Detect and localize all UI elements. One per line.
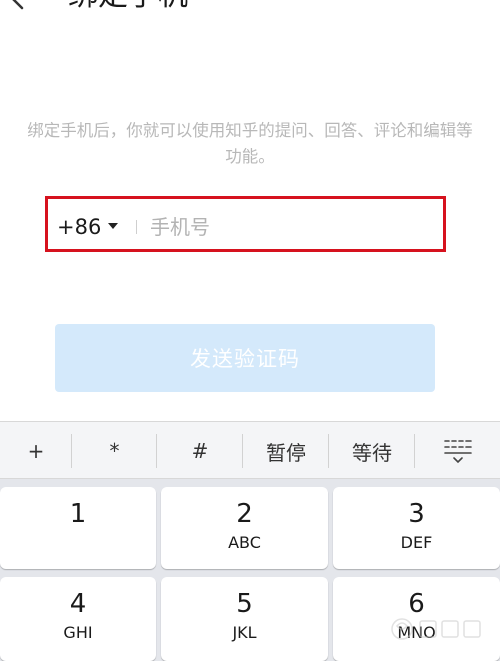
numeric-keyboard: + * # 暂停 等待 1 2 ABC 3 DEF 4 GHI 5 JKL 6 …: [0, 421, 500, 661]
key-label: *: [109, 439, 120, 463]
key-digit: 5: [236, 589, 253, 619]
key-plus[interactable]: +: [0, 422, 72, 480]
key-letters: GHI: [63, 623, 93, 642]
key-letters: ABC: [228, 533, 261, 552]
key-3[interactable]: 3 DEF: [333, 487, 500, 569]
page-title: 绑定手机: [68, 0, 188, 14]
key-6[interactable]: 6 MNO: [333, 577, 500, 661]
key-digit: 2: [236, 499, 253, 529]
key-digit: 4: [69, 589, 87, 619]
chevron-left-icon[interactable]: [4, 0, 32, 12]
key-label: #: [191, 439, 209, 463]
country-code-selector[interactable]: +86: [57, 214, 101, 240]
key-4[interactable]: 4 GHI: [0, 577, 156, 661]
key-hash[interactable]: #: [157, 422, 243, 480]
key-digit: 1: [69, 499, 87, 529]
key-2[interactable]: 2 ABC: [161, 487, 328, 569]
key-letters: DEF: [400, 533, 433, 552]
key-letters: JKL: [232, 623, 257, 642]
header: 绑定手机: [0, 0, 500, 22]
key-label: 暂停: [266, 440, 306, 465]
key-5[interactable]: 5 JKL: [161, 577, 328, 661]
key-digit: 6: [408, 589, 425, 619]
keyboard-symbol-bar: + * # 暂停 等待: [0, 421, 500, 479]
description-text: 绑定手机后，你就可以使用知乎的提问、回答、评论和编辑等功能。: [27, 121, 473, 166]
send-code-button[interactable]: 发送验证码: [55, 324, 435, 392]
keyboard-collapse-button[interactable]: [415, 422, 500, 480]
key-1[interactable]: 1: [0, 487, 156, 569]
key-star[interactable]: *: [72, 422, 157, 480]
key-letters: MNO: [397, 623, 436, 642]
phone-input-group: +86: [45, 196, 446, 252]
key-pause[interactable]: 暂停: [243, 422, 329, 480]
caret-down-icon[interactable]: [108, 223, 118, 229]
key-label: 等待: [352, 440, 392, 465]
keyboard-collapse-icon: [443, 440, 472, 464]
key-label: +: [27, 439, 45, 463]
bind-phone-screen: 绑定手机 绑定手机后，你就可以使用知乎的提问、回答、评论和编辑等功能。 +86 …: [0, 0, 500, 421]
phone-number-input[interactable]: [148, 209, 442, 245]
input-divider: [136, 220, 137, 234]
key-wait[interactable]: 等待: [329, 422, 415, 480]
key-digit: 3: [408, 499, 425, 529]
